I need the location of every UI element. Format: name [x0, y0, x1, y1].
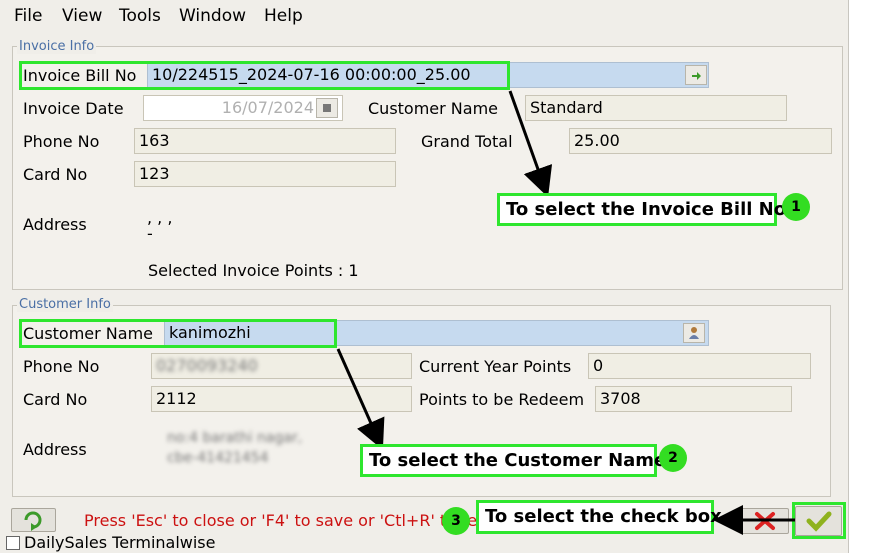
callout-customer-name: To select the Customer Name [360, 444, 666, 477]
callout-3-badge: 3 [442, 507, 470, 535]
background-list-item: DailySales Terminalwise [0, 533, 260, 553]
arrow-1 [508, 90, 553, 198]
callout-check-box: To select the check box [476, 500, 722, 534]
callout-1-text: To select the Invoice Bill No [506, 199, 787, 220]
callout-2-badge: 2 [659, 444, 687, 472]
callout-invoice-bill-no: To select the Invoice Bill No [497, 193, 786, 226]
callout-3-text: To select the check box [485, 506, 722, 527]
arrow-2 [336, 348, 385, 450]
callout-1-badge: 1 [782, 193, 810, 221]
checkbox-icon [6, 536, 20, 550]
list-item-label: DailySales Terminalwise [24, 533, 216, 552]
callout-2-text: To select the Customer Name [369, 450, 667, 471]
